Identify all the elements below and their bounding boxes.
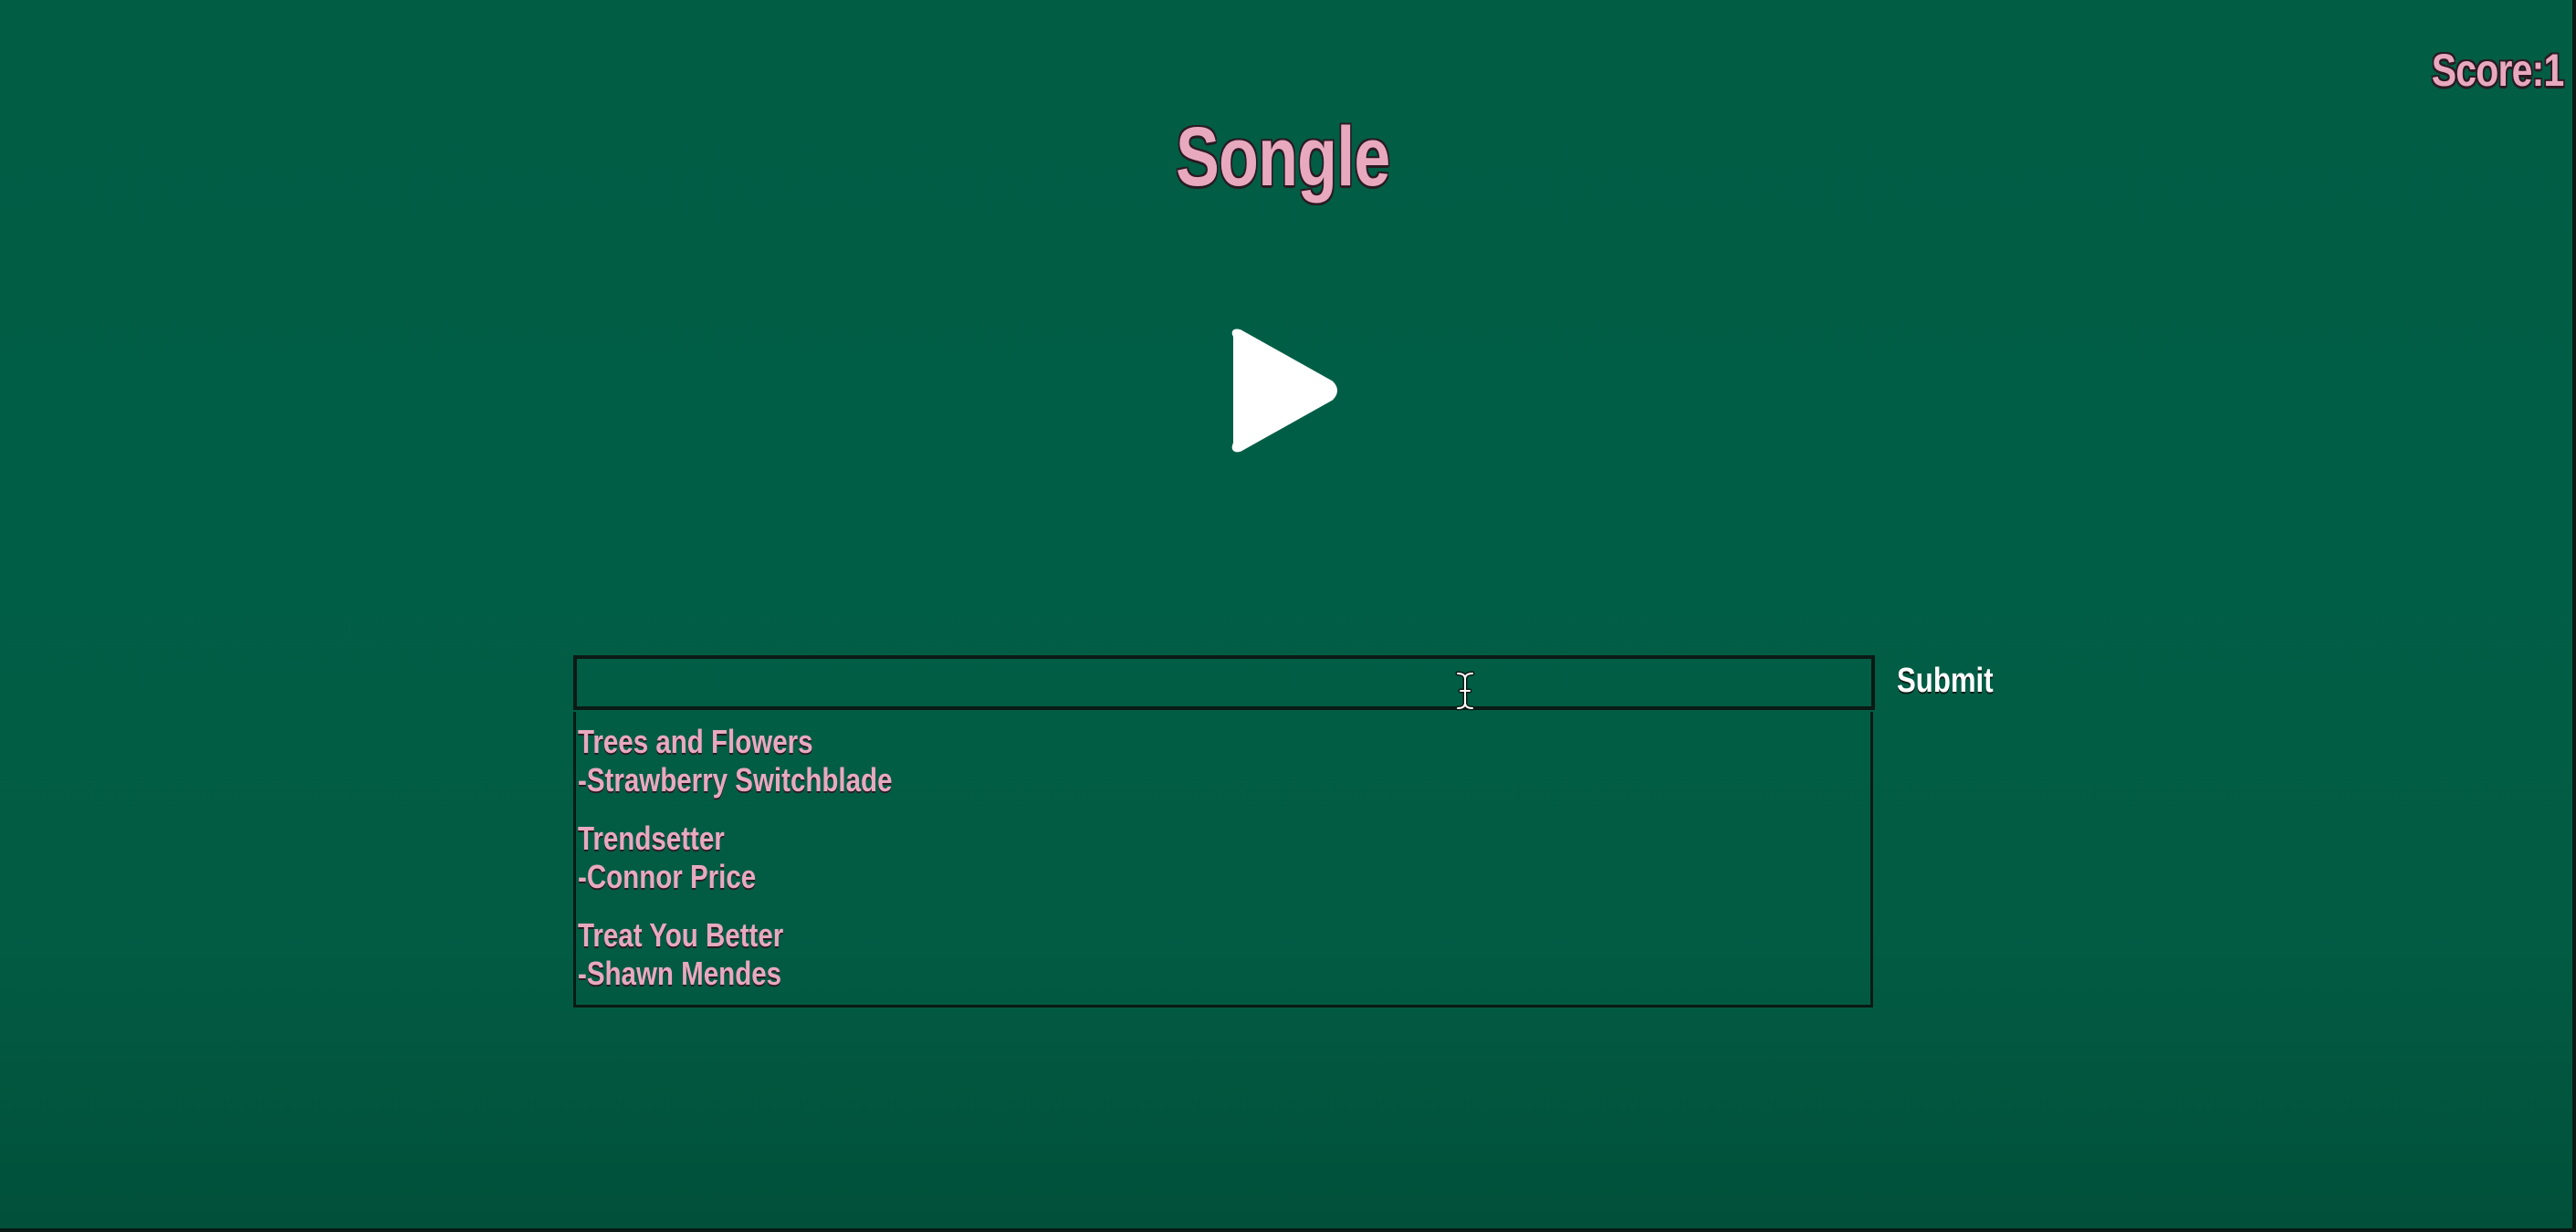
text-cursor-icon bbox=[1455, 671, 1475, 711]
submit-button[interactable]: Submit bbox=[1897, 655, 1994, 706]
play-button[interactable] bbox=[1223, 327, 1342, 454]
score-display: Score:1 bbox=[2431, 45, 2564, 96]
suggestion-title: Trendsetter bbox=[578, 820, 725, 857]
play-icon bbox=[1231, 329, 1337, 453]
suggestion-item[interactable]: Treat You Better -Shawn Mendes bbox=[578, 916, 1673, 993]
suggestion-artist: -Connor Price bbox=[578, 858, 757, 895]
suggestion-artist: -Strawberry Switchblade bbox=[578, 761, 893, 799]
suggestion-list: Trees and Flowers -Strawberry Switchblad… bbox=[573, 712, 1873, 1008]
game-title: Songle bbox=[1175, 110, 1390, 204]
suggestion-item[interactable]: Trendsetter -Connor Price bbox=[578, 820, 1673, 896]
suggestion-title: Treat You Better bbox=[578, 916, 784, 954]
suggestion-title: Trees and Flowers bbox=[578, 723, 813, 760]
window-edge-right bbox=[2572, 0, 2576, 1232]
suggestion-item[interactable]: Trees and Flowers -Strawberry Switchblad… bbox=[578, 723, 1673, 799]
suggestion-artist: -Shawn Mendes bbox=[578, 955, 782, 992]
window-edge-bottom bbox=[0, 1228, 2576, 1232]
guess-input[interactable] bbox=[573, 655, 1875, 710]
